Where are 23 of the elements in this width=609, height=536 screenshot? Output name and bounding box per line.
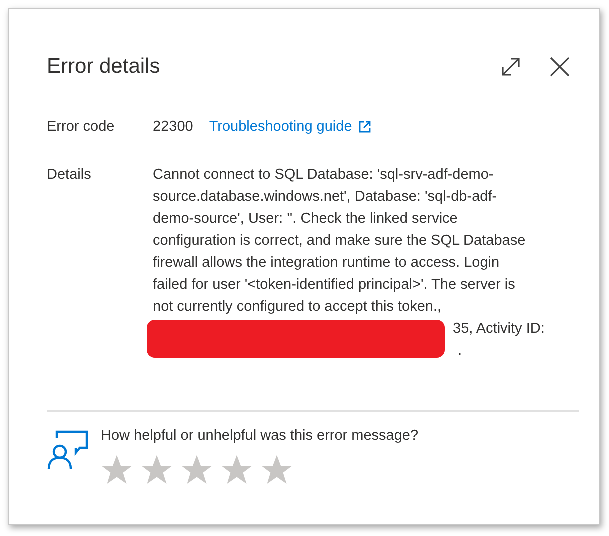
field-label: Details [47,166,92,186]
details-text: firewall allows the integration runtime to access. Login [153,254,501,274]
star-icon[interactable] [181,454,213,486]
star-icon[interactable] [101,454,133,486]
details-text: not currently configured to accept this token., [153,298,443,318]
star-icon[interactable] [221,454,253,486]
details-text: failed for user '<token-identified principal>'. The server is [153,276,516,296]
feedback-person-icon [47,428,89,470]
close-icon[interactable] [549,56,571,78]
star-icon[interactable] [261,454,293,486]
details-text: source.database.windows.net', Database: 'sql-db-adf- [153,188,498,208]
details-text: configuration is correct, and make sure the SQL Database [153,232,527,252]
details-text: Cannot connect to SQL Database: 'sql-srv-adf-demo- [153,166,495,186]
feedback-question: How helpful or unhelpful was this error message? [101,427,419,446]
dialog-title: Error details [47,54,160,80]
field-label: Error code [47,118,116,136]
error-code: 22300 [153,118,194,136]
details-text: demo-source', User: ''. Check the linked service [153,210,459,230]
troubleshooting-link[interactable]: Troubleshooting guide [209,116,372,138]
star-icon[interactable] [141,454,173,486]
details-text: . [458,342,462,362]
external-link-icon [358,120,372,134]
details-text: 35, Activity ID: [453,320,545,340]
